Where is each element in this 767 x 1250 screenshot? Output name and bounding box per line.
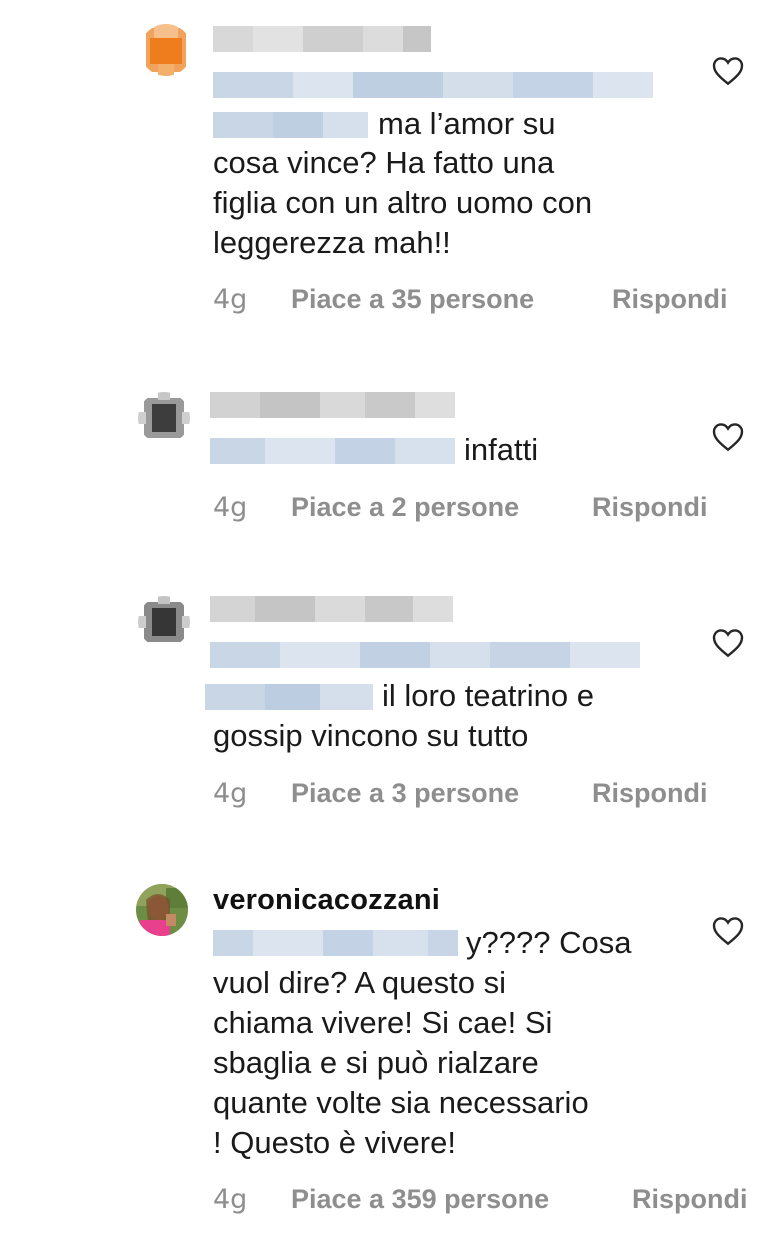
- mention-redacted[interactable]: [213, 930, 458, 956]
- mention-redacted[interactable]: [210, 642, 640, 668]
- username-redacted[interactable]: [213, 26, 431, 52]
- comment-item: veronicacozzani y???? Cosa vuol dire? A …: [0, 840, 767, 1250]
- comment-text: quante volte sia necessario: [213, 1085, 589, 1120]
- heart-outline-icon[interactable]: [712, 422, 744, 452]
- comment-item: infatti 4g Piace a 2 persone Rispondi: [0, 340, 767, 550]
- comment-time: 4g: [213, 778, 248, 809]
- heart-outline-icon[interactable]: [712, 56, 744, 86]
- comment-text: ! Questo è vivere!: [213, 1125, 456, 1160]
- heart-outline-icon[interactable]: [712, 916, 744, 946]
- comment-time: 4g: [213, 284, 248, 315]
- heart-outline-icon[interactable]: [712, 628, 744, 658]
- comment-text: chiama vivere! Si cae! Si: [213, 1005, 553, 1040]
- likes-count[interactable]: Piace a 35 persone: [291, 284, 534, 315]
- reply-button[interactable]: Rispondi: [592, 778, 708, 809]
- comment-item: il loro teatrino e gossip vincono su tut…: [0, 550, 767, 840]
- comment-text: il loro teatrino e: [382, 678, 594, 713]
- blurred-avatar-image: [138, 596, 190, 648]
- comment-text: ma l’amor su: [378, 106, 556, 141]
- comment-text: sbaglia e si può rialzare: [213, 1045, 539, 1080]
- comment-time: 4g: [213, 492, 248, 523]
- mention-redacted[interactable]: [205, 684, 373, 710]
- likes-count[interactable]: Piace a 359 persone: [291, 1184, 549, 1215]
- avatar[interactable]: [138, 392, 190, 444]
- comment-text: vuol dire? A questo si: [213, 965, 506, 1000]
- comment-item: ma l’amor su cosa vince? Ha fatto una fi…: [0, 0, 767, 340]
- reply-button[interactable]: Rispondi: [632, 1184, 748, 1215]
- comment-text: leggerezza mah!!: [213, 225, 451, 260]
- comment-username[interactable]: veronicacozzani: [213, 884, 440, 917]
- mention-redacted[interactable]: [213, 112, 368, 138]
- comment-text: figlia con un altro uomo con: [213, 185, 593, 220]
- reply-button[interactable]: Rispondi: [612, 284, 728, 315]
- comment-time: 4g: [213, 1184, 248, 1215]
- comment-text: cosa vince? Ha fatto una: [213, 145, 555, 180]
- blurred-avatar-image: [140, 24, 192, 76]
- mention-redacted[interactable]: [213, 72, 653, 98]
- likes-count[interactable]: Piace a 2 persone: [291, 492, 519, 523]
- mention-redacted[interactable]: [210, 438, 455, 464]
- user-photo-avatar: [136, 884, 188, 936]
- blurred-avatar-image: [138, 392, 190, 444]
- comment-text: y???? Cosa: [466, 925, 632, 960]
- comment-text: infatti: [464, 432, 539, 467]
- reply-button[interactable]: Rispondi: [592, 492, 708, 523]
- username-redacted[interactable]: [210, 392, 455, 418]
- avatar[interactable]: [136, 884, 188, 936]
- likes-count[interactable]: Piace a 3 persone: [291, 778, 519, 809]
- avatar[interactable]: [140, 24, 192, 76]
- comment-text: gossip vincono su tutto: [213, 718, 529, 753]
- username-redacted[interactable]: [210, 596, 453, 622]
- avatar[interactable]: [138, 596, 190, 648]
